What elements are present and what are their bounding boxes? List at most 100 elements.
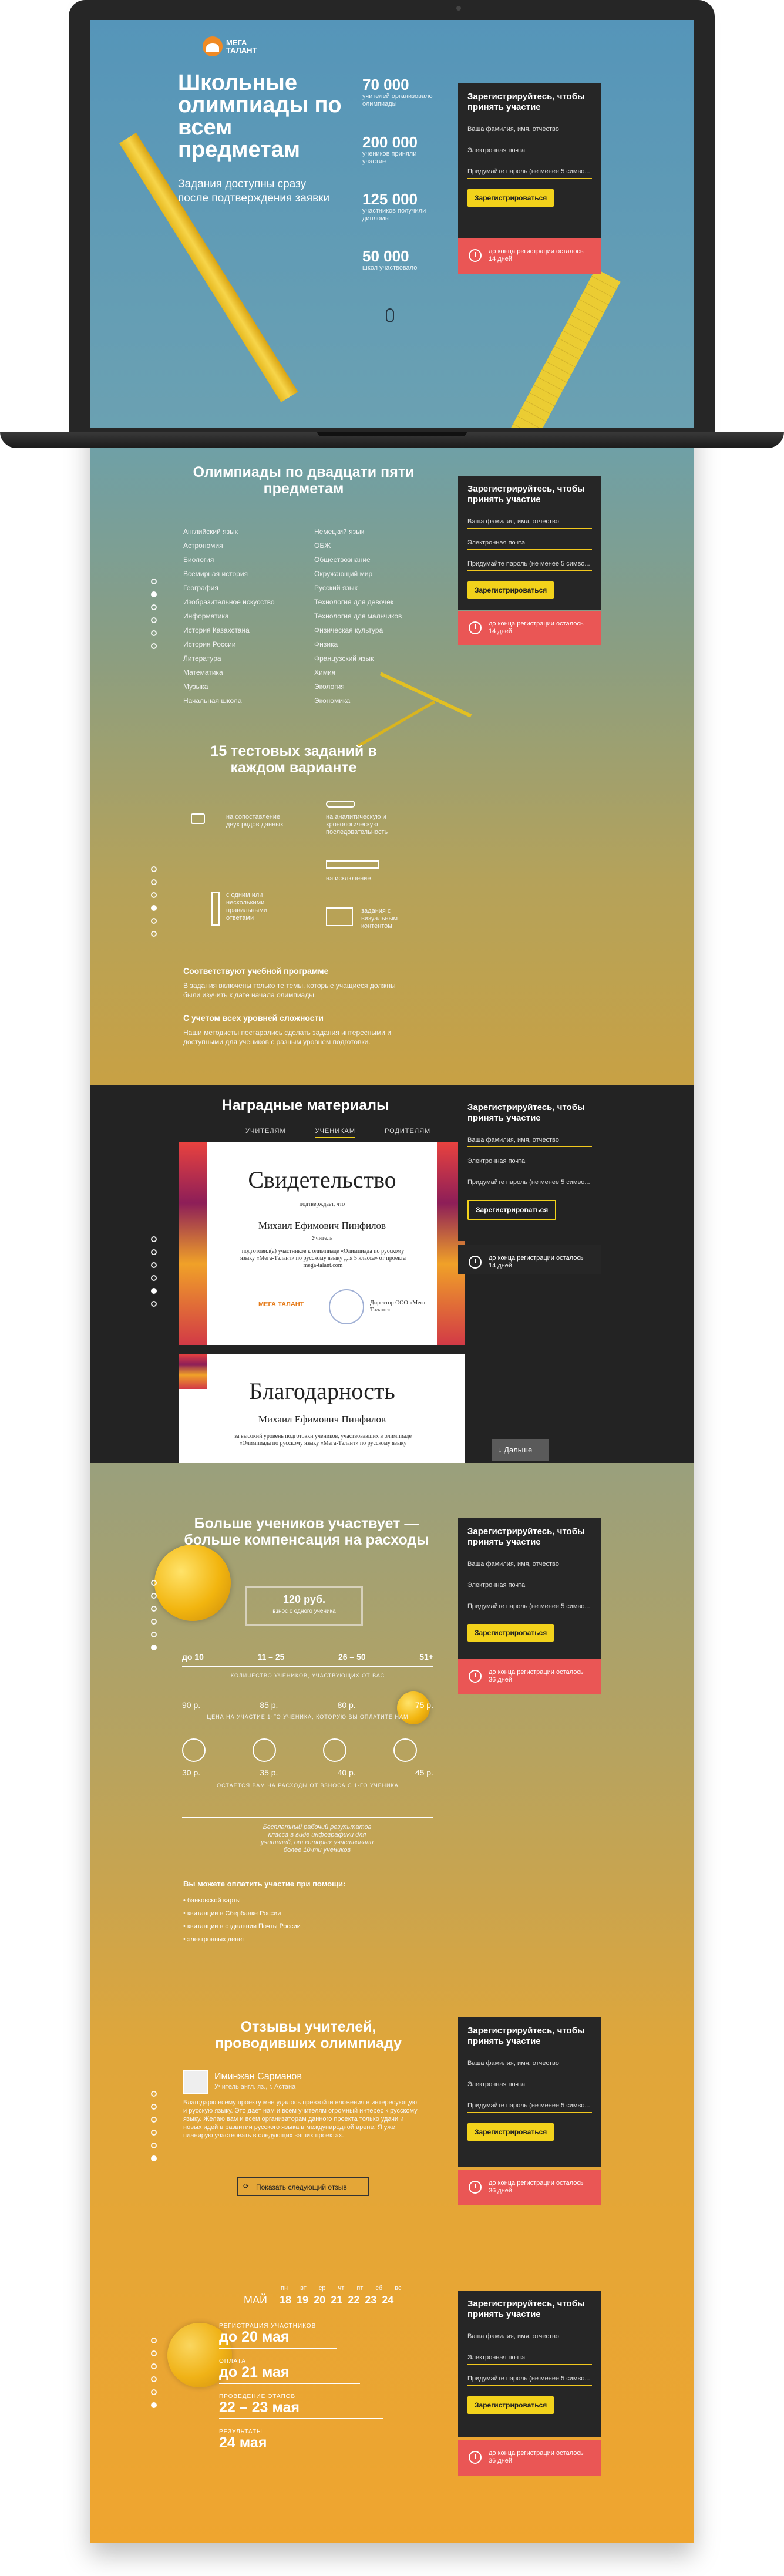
name-field[interactable]: Ваша фамилия, имя, отчество	[467, 2329, 592, 2343]
name-field[interactable]: Ваша фамилия, имя, отчество	[467, 2056, 592, 2070]
register-button[interactable]: Зарегистрироваться	[467, 581, 554, 599]
registration-timer-6: до конца регистрации осталось 36 дней	[458, 2440, 601, 2476]
laptop-notch	[317, 432, 467, 436]
clock-icon	[469, 2181, 482, 2194]
tiers-caption: КОЛИЧЕСТВО УЧЕНИКОВ, УЧАСТВУЮЩИХ ОТ ВАС	[230, 1673, 385, 1679]
section-nav-dots[interactable]	[151, 579, 157, 656]
list-item: Астрономия	[183, 542, 223, 550]
feature-matching: на сопоставление двух рядов данных	[226, 813, 284, 828]
reviewer-role: Учитель англ. яз., г. Астана	[214, 2083, 296, 2090]
bullet-icon: •	[183, 1897, 187, 1904]
tier-labels: до 10 11 – 25 26 – 50 51+	[182, 1652, 433, 1662]
date-underline	[219, 2348, 337, 2349]
feature-sequence: на аналитическую и хронологическую после…	[326, 813, 388, 836]
tab-teachers[interactable]: УЧИТЕЛЯМ	[245, 1128, 286, 1137]
checkbox-icon	[211, 892, 220, 926]
list-item: Физика	[314, 640, 338, 648]
price-caption: ЦЕНА НА УЧАСТИЕ 1-ГО УЧЕНИКА, КОТОРУЮ ВЫ…	[207, 1714, 409, 1720]
certificate-preview[interactable]: Свидетельство подтверждает, что Михаил Е…	[179, 1142, 465, 1345]
pie-icon	[182, 1738, 206, 1762]
feature-visual: задания с визуальным контентом	[361, 907, 398, 930]
subjects-left-list: Английский язык Астрономия Биология Всемирн…	[183, 524, 275, 708]
awards-title: Наградные материалы	[221, 1097, 389, 1114]
section-nav-dots-3[interactable]	[151, 1236, 157, 1314]
next-button[interactable]: ↓ Дальше	[492, 1439, 549, 1461]
password-field[interactable]: Придумайте пароль (не менее 5 симво...	[467, 2099, 592, 2113]
gratitude-preview[interactable]: Благодарность Михаил Ефимович Пинфилов з…	[179, 1354, 465, 1463]
name-field[interactable]: Ваша фамилия, имя, отчество	[467, 1557, 592, 1571]
list-item: ОБЖ	[314, 542, 331, 550]
email-field[interactable]: Электронная почта	[467, 1154, 592, 1168]
list-item: Русский язык	[314, 584, 358, 592]
registration-form-5: Зарегистрируйтесь, чтобы принять участие…	[458, 2017, 601, 2167]
name-field[interactable]: Ваша фамилия, имя, отчество	[467, 122, 592, 136]
list-item: Физическая культура	[314, 626, 383, 634]
logo-text: МЕГА ТАЛАНТ	[226, 38, 257, 55]
fee-value: 120 руб.	[283, 1593, 325, 1605]
tab-students[interactable]: УЧЕНИКАМ	[315, 1128, 356, 1138]
name-field[interactable]: Ваша фамилия, имя, отчество	[467, 1133, 592, 1147]
registration-timer-3: до конца регистрации осталось 14 дней	[458, 1245, 601, 1274]
camera-icon	[456, 6, 461, 11]
coin-decoration	[154, 1545, 231, 1621]
register-button[interactable]: Зарегистрироваться	[467, 2123, 554, 2141]
section-nav-dots-6[interactable]	[151, 2338, 157, 2415]
tier-scale	[182, 1666, 433, 1667]
section-nav-dots-2[interactable]	[151, 866, 157, 944]
password-field[interactable]: Придумайте пароль (не менее 5 симво...	[467, 1175, 592, 1189]
hero-title: Школьные олимпиады по всем предметам	[178, 70, 342, 162]
password-field[interactable]: Придумайте пароль (не менее 5 симво...	[467, 2372, 592, 2386]
password-field[interactable]: Придумайте пароль (не менее 5 симво...	[467, 164, 592, 179]
fee-box: 120 руб. взнос с одного ученика	[245, 1586, 363, 1626]
stat-students: 200 000 учеников приняли участие	[362, 133, 418, 165]
price-row: 90 р. 85 р. 80 р. 75 р.	[182, 1700, 433, 1710]
email-field[interactable]: Электронная почта	[467, 1578, 592, 1592]
exclusion-icon	[326, 860, 379, 869]
payment-method: • квитанции в Сбербанке России	[183, 1910, 281, 1917]
section-nav-dots-4[interactable]	[151, 1580, 157, 1657]
name-field[interactable]: Ваша фамилия, имя, отчество	[467, 514, 592, 529]
registration-timer-5: до конца регистрации осталось 36 дней	[458, 2170, 601, 2205]
list-item: Литература	[183, 654, 221, 663]
register-button[interactable]: Зарегистрироваться	[467, 1624, 554, 1642]
bullet-icon: •	[183, 1923, 187, 1930]
next-review-button[interactable]: ⟳ Показать следующий отзыв	[237, 2177, 369, 2196]
password-field[interactable]: Придумайте пароль (не менее 5 симво...	[467, 1599, 592, 1613]
list-item: Изобразительное искусство	[183, 598, 275, 606]
section-nav-dots-5[interactable]	[151, 2091, 157, 2168]
list-item: Экология	[314, 682, 345, 691]
subjects-right-list: Немецкий язык ОБЖ Обществознание Окружающий…	[314, 524, 402, 708]
registration-timer-2: до конца регистрации осталось 14 дней	[458, 611, 601, 645]
email-field[interactable]: Электронная почта	[467, 143, 592, 157]
image-icon	[326, 907, 353, 926]
compensation-title: Больше учеников участвует — больше компе…	[184, 1515, 429, 1548]
refresh-icon: ⟳	[243, 2182, 250, 2190]
email-field[interactable]: Электронная почта	[467, 2077, 592, 2091]
register-button[interactable]: Зарегистрироваться	[467, 189, 554, 207]
register-button[interactable]: Зарегистрироваться	[467, 2396, 554, 2414]
list-item: Обществознание	[314, 556, 371, 564]
email-field[interactable]: Электронная почта	[467, 536, 592, 550]
register-button[interactable]: Зарегистрироваться	[467, 1200, 557, 1220]
clock-icon	[469, 1670, 482, 1683]
email-field[interactable]: Электронная почта	[467, 2350, 592, 2365]
calendar-numbers: 18 19 20 21 22 23 24	[280, 2294, 394, 2306]
bonus-note: Бесплатный рабочий результатов класса в …	[261, 1824, 374, 1854]
list-item: Начальная школа	[183, 697, 242, 705]
note-line	[182, 1817, 433, 1818]
registration-form-1: Зарегистрируйтесь, чтобы принять участие…	[458, 83, 601, 238]
registration-form-4: Зарегистрируйтесь, чтобы принять участие…	[458, 1518, 601, 1659]
logo[interactable]: МЕГА ТАЛАНТ	[203, 36, 261, 56]
gratitude-body: за высокий уровень подготовки учеников, …	[234, 1433, 412, 1447]
list-item: Биология	[183, 556, 214, 564]
list-item: География	[183, 584, 218, 592]
password-field[interactable]: Придумайте пароль (не менее 5 симво...	[467, 557, 592, 571]
date-results: 24 мая	[219, 2434, 267, 2451]
tab-parents[interactable]: РОДИТЕЛЯМ	[385, 1128, 430, 1137]
certificate-body: подготовил(а) участников к олимпиаде «Ол…	[240, 1248, 406, 1269]
mouse-scroll-icon[interactable]	[386, 308, 394, 322]
clock-icon	[469, 249, 482, 262]
reviews-title: Отзывы учителей, проводивших олимпиаду	[214, 2019, 402, 2052]
certificate-logo: МЕГА ТАЛАНТ	[258, 1301, 304, 1308]
gratitude-name: Михаил Ефимович Пинфилов	[258, 1414, 386, 1425]
